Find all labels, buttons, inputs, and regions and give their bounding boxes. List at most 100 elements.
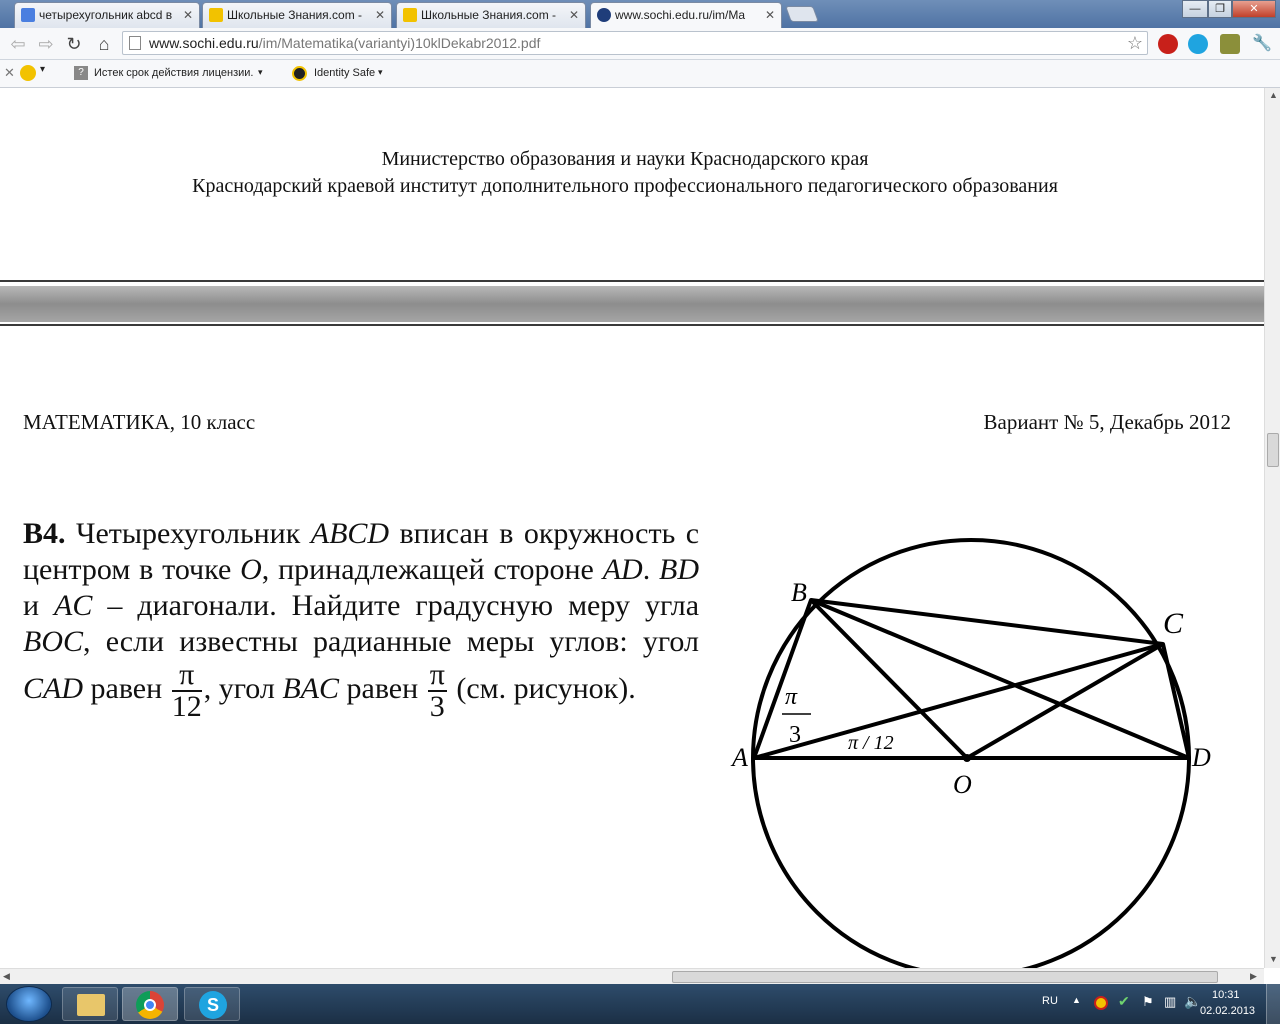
chevron-down-icon[interactable]: ▾: [40, 64, 45, 75]
frac-den: 3: [429, 690, 445, 723]
label-o: O: [953, 770, 972, 799]
show-desktop-button[interactable]: [1266, 984, 1280, 1024]
skype-icon: S: [199, 991, 227, 1019]
label-b: B: [791, 578, 807, 607]
maximize-button[interactable]: ❐: [1208, 0, 1232, 18]
url-path: /im/Matematika(variantyi)10klDekabr2012.…: [258, 35, 541, 51]
close-window-button[interactable]: ✕: [1232, 0, 1276, 18]
tab-znanija-1[interactable]: Школьные Знания.com - ✕: [202, 2, 392, 28]
scroll-left-icon[interactable]: ◀: [3, 971, 10, 982]
close-icon[interactable]: ✕: [569, 3, 579, 27]
problem-text: (см. рисунок).: [456, 671, 636, 705]
tab-sochi-pdf[interactable]: www.sochi.edu.ru/im/Ma ✕: [590, 2, 782, 28]
wrench-menu-icon[interactable]: 🔧: [1250, 32, 1274, 56]
bookmark-star-icon[interactable]: ☆: [1127, 32, 1143, 54]
clock-date[interactable]: 02.02.2013: [1200, 1005, 1255, 1017]
chrome-taskbar-icon[interactable]: [122, 987, 178, 1021]
var-abcd: ABCD: [310, 517, 390, 550]
forward-arrow-icon[interactable]: ⇨: [34, 32, 58, 56]
check-tray-icon[interactable]: ✔: [1118, 993, 1130, 1010]
institute-header: Краснодарский краевой институт дополните…: [192, 175, 1058, 197]
back-arrow-icon[interactable]: ⇦: [6, 32, 30, 56]
problem-text: , принадлежащей стороне: [261, 553, 594, 586]
google-favicon-icon: [21, 8, 35, 22]
label-c: C: [1163, 607, 1184, 640]
close-toolbar-icon[interactable]: ✕: [4, 65, 15, 81]
pdf-favicon-icon: [597, 8, 611, 22]
new-tab-button[interactable]: [785, 6, 819, 22]
frac-den: 12: [171, 690, 202, 723]
bookmark-identity-safe[interactable]: Identity Safe: [314, 67, 375, 79]
angle-cad-label: π / 12: [848, 732, 894, 754]
pdf-viewport: Министерство образования и науки Краснод…: [0, 88, 1264, 968]
geometry-figure: A B C D O π 3 π / 12: [730, 538, 1211, 968]
question-icon: ?: [74, 66, 88, 80]
reload-icon[interactable]: ↻: [62, 32, 86, 56]
show-hidden-icons[interactable]: ▲: [1072, 995, 1081, 1005]
start-button[interactable]: [6, 986, 52, 1022]
norton-check-icon[interactable]: [20, 65, 36, 81]
close-icon[interactable]: ✕: [375, 3, 385, 27]
home-icon[interactable]: ⌂: [92, 32, 116, 56]
scroll-up-icon[interactable]: ▲: [1269, 90, 1278, 100]
bookmark-license[interactable]: Истек срок действия лицензии.: [94, 67, 253, 79]
var-bd: BD: [659, 553, 700, 586]
chevron-down-icon[interactable]: ▾: [378, 67, 383, 78]
clock-time[interactable]: 10:31: [1212, 989, 1240, 1001]
problem-text: – диагонали. Найдите градусную меру угла: [107, 589, 700, 622]
header-band: [0, 286, 1264, 322]
problem-text: и: [23, 589, 40, 622]
windows-taskbar: S RU ▲ ✔ ⚑ ▥ 🔈 10:31 02.02.2013: [0, 984, 1280, 1024]
action-center-icon[interactable]: ⚑: [1142, 994, 1154, 1010]
variant-label: Вариант № 5, Декабрь 2012: [983, 410, 1231, 434]
extension-icon[interactable]: [1220, 34, 1240, 54]
scroll-down-icon[interactable]: ▼: [1269, 954, 1278, 964]
address-bar[interactable]: www.sochi.edu.ru/im/Matematika(variantyi…: [122, 31, 1148, 55]
vertical-scroll-thumb[interactable]: [1267, 433, 1279, 467]
tab-label: Школьные Знания.com -: [227, 8, 363, 22]
close-icon[interactable]: ✕: [183, 3, 193, 27]
tab-label: Школьные Знания.com -: [421, 8, 557, 22]
scroll-right-icon[interactable]: ▶: [1250, 971, 1257, 982]
close-icon[interactable]: ✕: [765, 3, 775, 27]
norton-icon: [292, 66, 307, 81]
problem-text: равен: [346, 671, 419, 705]
var-o: O: [240, 553, 262, 586]
divider: [0, 280, 1264, 282]
label-a: A: [730, 743, 748, 772]
var-boc: BOC: [23, 625, 83, 658]
vertical-scrollbar[interactable]: ▲ ▼: [1264, 88, 1280, 968]
var-bac: BAC: [282, 671, 339, 705]
fraction-pi-3: π3: [427, 660, 447, 723]
skype-taskbar-icon[interactable]: S: [184, 987, 240, 1021]
norton-tray-icon[interactable]: [1094, 996, 1108, 1010]
tab-strip: четырехугольник abcd в ✕ Школьные Знания…: [0, 0, 1280, 28]
tab-label: www.sochi.edu.ru/im/Ma: [615, 8, 746, 22]
znanija-favicon-icon: [209, 8, 223, 22]
bookmarks-bar: ✕ ▾ ? Истек срок действия лицензии. ▾ Id…: [0, 60, 1280, 88]
skype-extension-icon[interactable]: [1188, 34, 1208, 54]
tab-znanija-2[interactable]: Школьные Знания.com - ✕: [396, 2, 586, 28]
network-icon[interactable]: ▥: [1164, 994, 1176, 1010]
tab-google-search[interactable]: четырехугольник abcd в ✕: [14, 2, 200, 28]
problem-text: равен: [90, 671, 163, 705]
horizontal-scroll-thumb[interactable]: [672, 971, 1218, 983]
norton-extension-icon[interactable]: [1158, 34, 1178, 54]
fraction-pi-12: π 12: [171, 660, 202, 723]
volume-icon[interactable]: 🔈: [1184, 993, 1201, 1010]
frac-num: π: [171, 660, 202, 692]
quadrilateral-abcd: [752, 598, 1191, 760]
chevron-down-icon[interactable]: ▾: [258, 67, 263, 78]
minimize-button[interactable]: —: [1182, 0, 1208, 18]
subject-label: МАТЕМАТИКА, 10 класс: [23, 410, 256, 434]
browser-toolbar: ⇦ ⇨ ↻ ⌂ www.sochi.edu.ru/im/Matematika(v…: [0, 28, 1280, 60]
page-icon: [129, 36, 141, 50]
language-indicator[interactable]: RU: [1042, 995, 1058, 1007]
angle-bac-den: 3: [789, 722, 801, 748]
var-ad: AD: [602, 553, 643, 586]
horizontal-scrollbar[interactable]: ◀ ▶: [0, 968, 1264, 984]
label-d: D: [1191, 743, 1211, 772]
explorer-taskbar-icon[interactable]: [62, 987, 118, 1021]
divider: [0, 324, 1264, 326]
problem-text: , если известны радианные меры углов: уг…: [83, 625, 699, 658]
